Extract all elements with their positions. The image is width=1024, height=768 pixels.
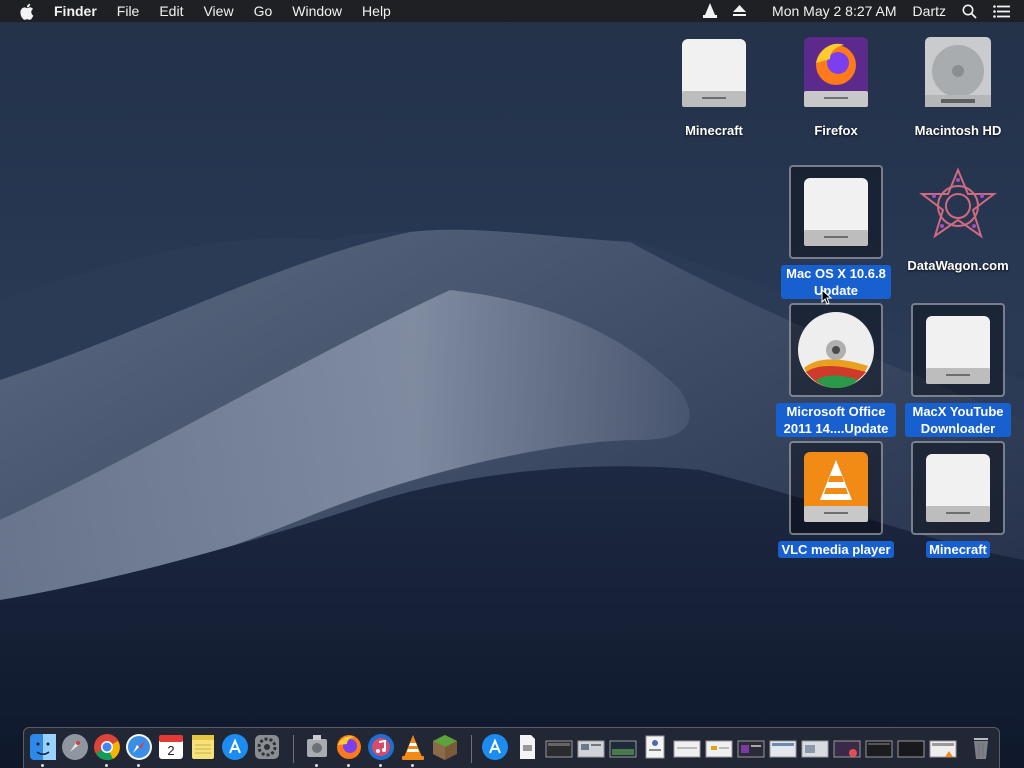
running-indicator bbox=[137, 764, 140, 767]
desktop-icon-macos-update[interactable]: Mac OS X 10.6.8 Update bbox=[776, 165, 896, 299]
menu-go[interactable]: Go bbox=[244, 0, 283, 22]
window-thumbnail-icon[interactable] bbox=[769, 733, 797, 761]
running-indicator bbox=[315, 764, 318, 767]
mouse-cursor-icon bbox=[821, 289, 833, 305]
itunes-icon[interactable] bbox=[367, 733, 395, 761]
trash-icon[interactable] bbox=[967, 733, 995, 761]
window-thumbnail-icon[interactable] bbox=[641, 733, 669, 761]
firefox-drive-icon bbox=[793, 30, 879, 116]
finder-icon[interactable] bbox=[29, 733, 57, 761]
drive-icon bbox=[671, 30, 757, 116]
apple-menu-icon[interactable] bbox=[18, 2, 36, 20]
calendar-icon[interactable]: 2 bbox=[157, 733, 185, 761]
safari-icon[interactable] bbox=[125, 733, 153, 761]
running-indicator bbox=[41, 764, 44, 767]
dock-separator bbox=[471, 735, 472, 763]
vlc-drive-icon bbox=[789, 441, 883, 535]
window-thumbnail-icon[interactable] bbox=[673, 733, 701, 761]
app-store-icon[interactable] bbox=[221, 733, 249, 761]
menubar-clock[interactable]: Mon May 2 8:27 AM bbox=[754, 0, 905, 22]
disk-utility-icon[interactable] bbox=[303, 733, 331, 761]
icon-label: VLC media player bbox=[778, 541, 894, 558]
system-preferences-icon[interactable] bbox=[253, 733, 281, 761]
datawagon-logo-icon bbox=[915, 165, 1001, 251]
icon-label: Macintosh HD bbox=[914, 123, 1002, 138]
vlc-status-icon[interactable] bbox=[695, 3, 725, 19]
menu-edit[interactable]: Edit bbox=[149, 0, 193, 22]
icon-label: Minecraft bbox=[926, 541, 990, 558]
vlc-icon[interactable] bbox=[399, 733, 427, 761]
dock: 2 bbox=[23, 727, 1000, 768]
desktop-icon-macintosh-hd[interactable]: Macintosh HD bbox=[898, 30, 1018, 139]
spotlight-search-icon[interactable] bbox=[954, 4, 985, 19]
minecraft-icon[interactable] bbox=[431, 733, 459, 761]
chrome-icon[interactable] bbox=[93, 733, 121, 761]
icon-label: MacX YouTube Downloader bbox=[905, 403, 1011, 437]
running-indicator bbox=[347, 764, 350, 767]
desktop-icon-vlc[interactable]: VLC media player bbox=[776, 441, 896, 558]
menu-help[interactable]: Help bbox=[352, 0, 401, 22]
icon-label: Microsoft Office 2011 14....Update bbox=[776, 403, 896, 437]
menu-view[interactable]: View bbox=[193, 0, 243, 22]
window-thumbnail-icon[interactable] bbox=[833, 733, 861, 761]
dock-separator bbox=[293, 735, 294, 763]
running-indicator bbox=[379, 764, 382, 767]
calendar-day: 2 bbox=[167, 743, 175, 758]
icon-label: Minecraft bbox=[685, 123, 743, 138]
desktop-icon-firefox[interactable]: Firefox bbox=[776, 30, 896, 139]
window-thumbnail-icon[interactable] bbox=[609, 733, 637, 761]
eject-icon[interactable] bbox=[725, 5, 754, 17]
menu-finder[interactable]: Finder bbox=[54, 0, 107, 22]
hard-drive-icon bbox=[915, 30, 1001, 116]
firefox-icon[interactable] bbox=[335, 733, 363, 761]
user-name[interactable]: Dartz bbox=[905, 0, 954, 22]
drive-icon bbox=[911, 441, 1005, 535]
window-thumbnail-icon[interactable] bbox=[577, 733, 605, 761]
icon-label: Firefox bbox=[814, 123, 858, 138]
icon-label: DataWagon.com bbox=[907, 258, 1009, 273]
window-thumbnail-icon[interactable] bbox=[865, 733, 893, 761]
window-thumbnail-icon[interactable] bbox=[737, 733, 765, 761]
menu-file[interactable]: File bbox=[107, 0, 150, 22]
desktop-icon-office-update[interactable]: Microsoft Office 2011 14....Update bbox=[776, 303, 896, 437]
notification-center-icon[interactable] bbox=[985, 4, 1024, 18]
window-thumbnail-icon[interactable] bbox=[801, 733, 829, 761]
running-indicator bbox=[105, 764, 108, 767]
desktop-icon-macx-youtube[interactable]: MacX YouTube Downloader bbox=[898, 303, 1018, 437]
drive-icon bbox=[789, 165, 883, 259]
window-thumbnail-icon[interactable] bbox=[705, 733, 733, 761]
menu-window[interactable]: Window bbox=[282, 0, 352, 22]
window-thumbnail-icon[interactable] bbox=[897, 733, 925, 761]
disc-icon bbox=[789, 303, 883, 397]
menu-bar: Finder File Edit View Go Window Help Mon… bbox=[0, 0, 1024, 22]
running-indicator bbox=[411, 764, 414, 767]
app-store-installer-icon[interactable] bbox=[481, 733, 509, 761]
window-thumbnail-icon[interactable] bbox=[545, 733, 573, 761]
notes-icon[interactable] bbox=[189, 733, 217, 761]
icon-label: Mac OS X 10.6.8 Update bbox=[781, 265, 891, 299]
document-icon[interactable] bbox=[513, 733, 541, 761]
desktop-icon-datawagon[interactable]: DataWagon.com bbox=[898, 165, 1018, 274]
window-thumbnail-icon[interactable] bbox=[929, 733, 957, 761]
desktop-icon-minecraft-top[interactable]: Minecraft bbox=[654, 30, 774, 139]
launchpad-icon[interactable] bbox=[61, 733, 89, 761]
drive-icon bbox=[911, 303, 1005, 397]
desktop-icon-minecraft-bottom[interactable]: Minecraft bbox=[898, 441, 1018, 558]
